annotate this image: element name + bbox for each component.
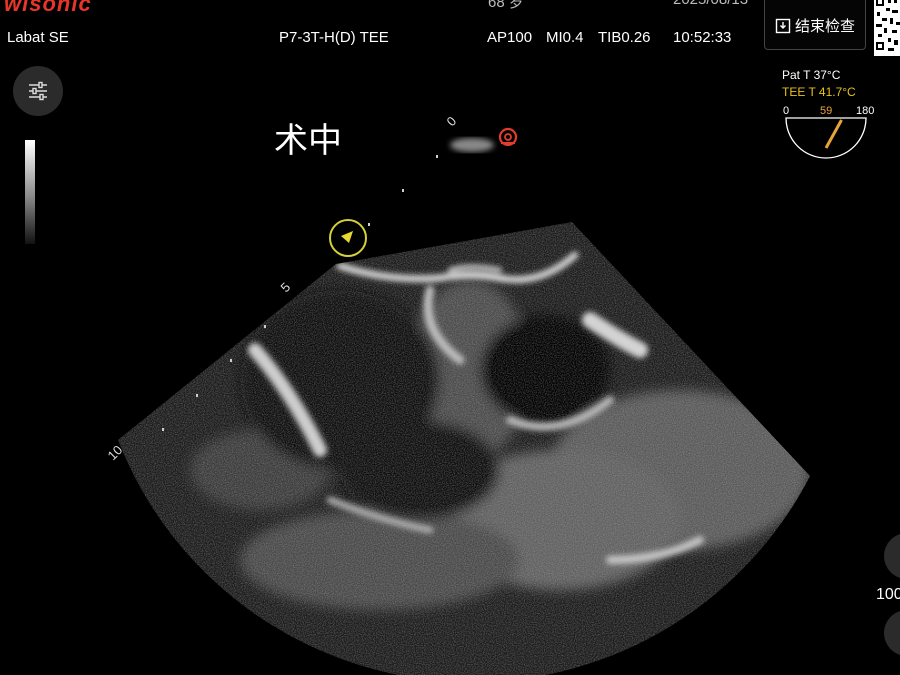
depth-label-0: 0	[444, 113, 460, 129]
orientation-marker-icon	[498, 127, 518, 147]
ultrasound-image: 0 5 10	[105, 113, 810, 675]
side-control-value: 100	[876, 586, 900, 603]
depth-label-5: 5	[278, 279, 294, 295]
focus-marker-icon[interactable]	[329, 219, 367, 257]
